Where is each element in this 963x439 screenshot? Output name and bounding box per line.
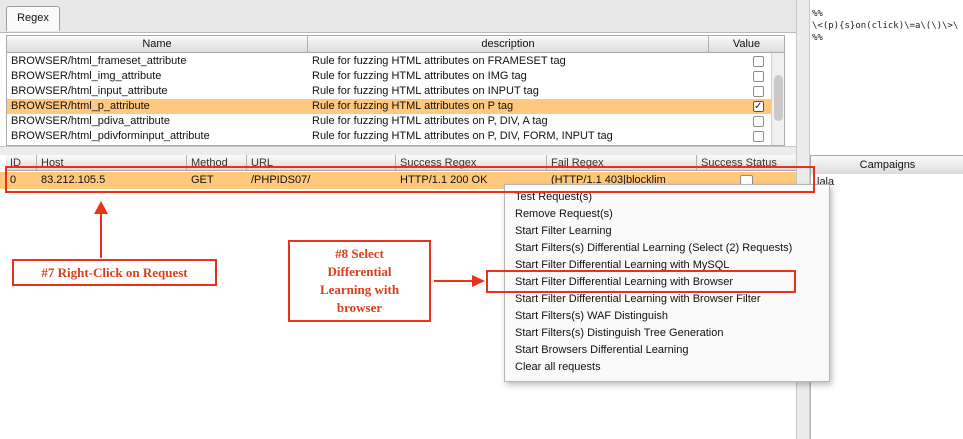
arrow-right-head <box>472 275 485 287</box>
annotation-line: Learning with <box>319 282 400 297</box>
annotation-step-7: #7 Right-Click on Request <box>12 259 217 286</box>
annotation-line: browser <box>336 300 383 315</box>
annotation-arrows <box>94 201 485 287</box>
annotation-step-8: #8 Select Differential Learning with bro… <box>288 240 431 322</box>
annotation-line: Differential <box>327 264 392 279</box>
annotation-line: #8 Select <box>335 246 384 261</box>
arrow-up-head <box>94 201 108 214</box>
